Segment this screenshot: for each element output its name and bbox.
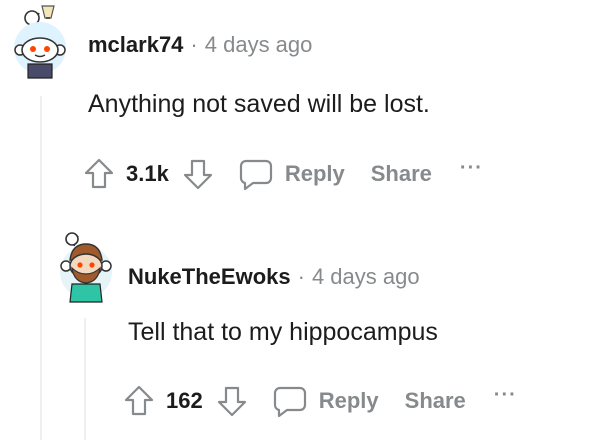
downvote-icon[interactable] [183,158,213,190]
reply-button[interactable] [239,158,273,190]
thread-line-reply[interactable] [84,318,86,440]
share-button[interactable]: Share [405,388,466,414]
meta-separator: · [190,32,198,57]
snoo-avatar-icon[interactable] [6,4,70,80]
vote-score: 3.1k [126,161,169,186]
comment-meta: mclark74 · 4 days ago [88,32,312,58]
comment-body: Tell that to my hippocampus [128,318,438,346]
downvote-icon[interactable] [217,385,247,417]
reply-label[interactable]: Reply [319,388,379,414]
more-options-icon[interactable]: ··· [494,384,517,407]
upvote-icon[interactable] [84,158,114,190]
comment-bubble-icon [273,386,306,417]
vote-score: 162 [166,388,203,413]
share-button[interactable]: Share [371,161,432,187]
timestamp[interactable]: 4 days ago [312,264,420,290]
thread-line-main[interactable] [40,96,42,440]
comment-bubble-icon [239,159,272,190]
snoo-avatar-icon[interactable] [52,226,114,306]
username[interactable]: NukeTheEwoks [128,264,291,290]
upvote-icon[interactable] [124,385,154,417]
more-options-icon[interactable]: ··· [460,157,483,180]
meta-separator: · [297,264,305,289]
comment-actions: 3.1k Reply Share ··· [84,157,483,190]
comment-meta: NukeTheEwoks · 4 days ago [128,264,420,290]
comment-body: Anything not saved will be lost. [88,90,430,118]
comment-actions: 162 Reply Share ··· [124,384,517,417]
reply-label[interactable]: Reply [285,161,345,187]
reply-button[interactable] [273,385,307,417]
timestamp[interactable]: 4 days ago [205,32,313,58]
username[interactable]: mclark74 [88,32,183,58]
